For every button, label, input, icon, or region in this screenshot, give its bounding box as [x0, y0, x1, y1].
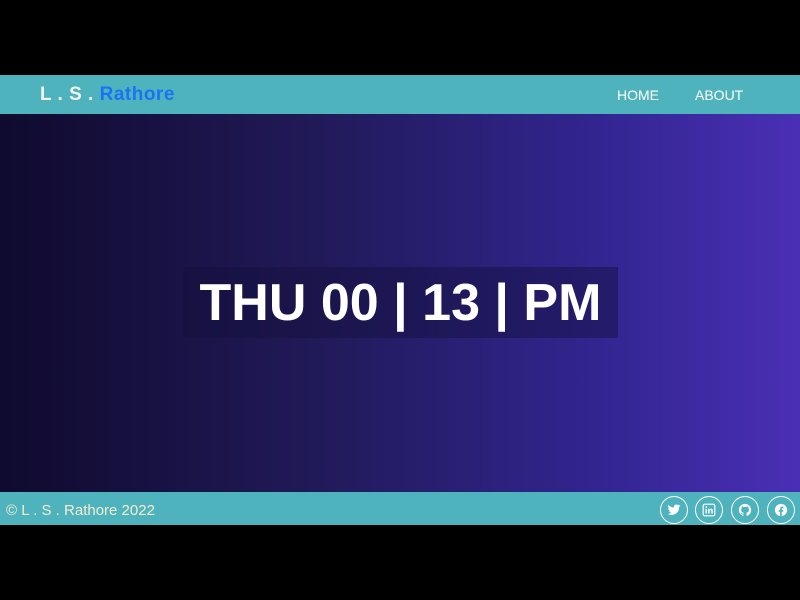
nav-about-link[interactable]: ABOUT — [695, 87, 743, 103]
clock-panel: THU 00 | 13 | PM — [183, 267, 618, 338]
navbar: L . S . Rathore HOME ABOUT — [0, 75, 800, 114]
brand-initials: L . S . — [40, 84, 100, 105]
hero-section: THU 00 | 13 | PM — [0, 114, 800, 492]
clock-display: THU 00 | 13 | PM — [199, 273, 602, 332]
linkedin-icon[interactable] — [695, 496, 723, 524]
twitter-icon[interactable] — [660, 496, 688, 524]
footer: © L . S . Rathore 2022 — [0, 492, 800, 525]
brand-surname: Rathore — [99, 84, 175, 105]
page: L . S . Rathore HOME ABOUT THU 00 | 13 |… — [0, 75, 800, 525]
brand-logo[interactable]: L . S . Rathore — [40, 84, 175, 106]
github-icon[interactable] — [731, 496, 759, 524]
facebook-icon[interactable] — [767, 496, 795, 524]
copyright-text: © L . S . Rathore 2022 — [6, 502, 155, 519]
nav-home-link[interactable]: HOME — [617, 87, 659, 103]
